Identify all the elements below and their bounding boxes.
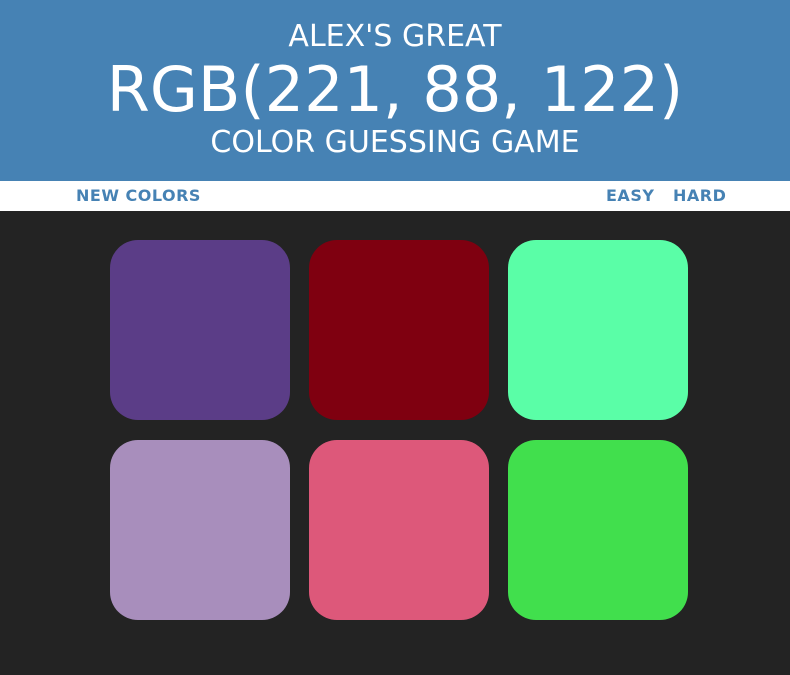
- control-bar: NEW COLORS EASY HARD: [0, 181, 790, 211]
- new-colors-button[interactable]: NEW COLORS: [76, 181, 201, 211]
- header-line-1: ALEX'S GREAT: [288, 19, 502, 54]
- hard-mode-button[interactable]: HARD: [673, 181, 726, 211]
- target-color-display: RGB(221, 88, 122): [106, 53, 684, 126]
- color-square[interactable]: [508, 240, 688, 420]
- color-square[interactable]: [309, 240, 489, 420]
- color-square[interactable]: [309, 440, 489, 620]
- color-square[interactable]: [110, 440, 290, 620]
- header-line-3: COLOR GUESSING GAME: [210, 125, 580, 160]
- color-square[interactable]: [508, 440, 688, 620]
- color-square[interactable]: [110, 240, 290, 420]
- game-header: ALEX'S GREAT RGB(221, 88, 122) COLOR GUE…: [0, 0, 790, 181]
- easy-mode-button[interactable]: EASY: [606, 181, 654, 211]
- color-board: [0, 211, 790, 675]
